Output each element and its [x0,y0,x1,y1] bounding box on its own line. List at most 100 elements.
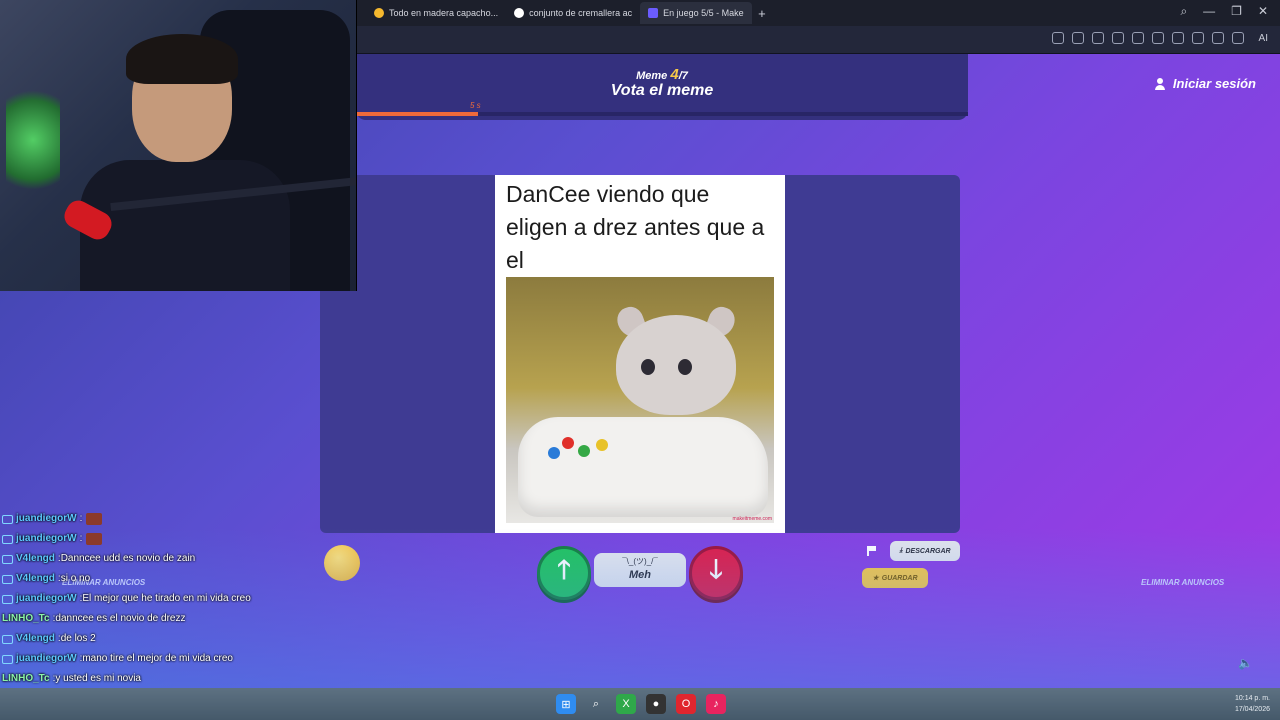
emoji-reaction-button[interactable] [324,545,360,581]
obs-icon[interactable]: ● [646,694,666,714]
windows-start-icon[interactable]: ⊞ [556,694,576,714]
chat-username[interactable]: V4lengd [16,569,55,589]
google-icon [514,8,525,18]
meme-card: DanCee viendo que eligen a drez antes qu… [495,175,785,533]
clock-time: 10:14 p. m. [1234,695,1270,702]
makeitmeme-icon [648,8,659,18]
webcam-overlay [0,0,357,291]
downvote-button[interactable]: 🡓 [689,546,743,600]
round-counter: Meme 4/7 [356,66,968,83]
download-icon[interactable] [1172,32,1184,44]
chat-badge-icon [2,594,13,604]
chat-text: y usted es mi novia [55,673,141,684]
chat-message: V4lengd: Danncee udd es novio de zain [2,549,312,569]
user-icon [1154,77,1165,90]
close-button[interactable]: ✕ [1258,4,1268,19]
screen: Todo en madera capacho... conjunto de cr… [0,0,1280,720]
clock-date: 17/04/2026 [1234,706,1270,713]
chat-text: El mejor que he tirado en mi vida creo [82,593,251,604]
upvote-button[interactable]: 🡑 [537,546,591,600]
chat-badge-icon [2,514,13,524]
chat-username[interactable]: juandiegorW [16,589,77,609]
cat-eye [641,359,655,375]
vote-progress-fill [356,112,479,116]
chat-username[interactable]: juandiegorW [16,649,77,669]
chat-badge-icon [2,654,13,664]
chat-overlay: juandiegorW: juandiegorW: V4lengd: Dannc… [2,509,312,709]
chat-separator: : [79,533,83,544]
play-icon[interactable] [1132,32,1144,44]
controller-button [578,445,590,457]
chat-message: V4lengd: de los 2 [2,629,312,649]
tiktok-icon[interactable]: ♪ [706,694,726,714]
controller-button [562,437,574,449]
chat-badge-icon [2,634,13,644]
chat-username[interactable]: juandiegorW [16,529,77,549]
shrug-icon: ¯\_(ツ)_/¯ [622,557,658,566]
rgb-light [6,80,60,200]
profile-icon[interactable] [1212,32,1224,44]
taskbar-clock[interactable]: 10:14 p. m. 17/04/2026 [1235,693,1270,715]
chat-username[interactable]: juandiegorW [16,509,77,529]
speaker-icon[interactable]: 🔈 [1238,656,1256,670]
chat-username[interactable]: V4lengd [16,629,55,649]
search-icon[interactable]: ⌕ [1180,4,1187,19]
chat-badge-icon [2,554,13,564]
round-prefix: Meme [636,70,668,82]
chat-message: juandiegorW: [2,509,312,529]
maximize-button[interactable]: ❐ [1231,4,1242,19]
arrow-down-icon: 🡓 [709,554,723,584]
chat-username[interactable]: LINHO_Tc [2,669,50,689]
search-icon[interactable]: ⌕ [586,694,606,714]
tab-label: En juego 5/5 - Make [663,8,744,18]
edit-icon[interactable] [1052,32,1064,44]
chat-badge-icon [2,574,13,584]
page-title: Vota el meme [610,82,714,99]
remove-ads-link-right[interactable]: ELIMINAR ANUNCIOS [1141,578,1224,587]
chat-username[interactable]: LINHO_Tc [2,609,50,629]
timer-label: 5 s [470,101,481,110]
toolbar-icons [1052,32,1244,44]
meh-label: Meh [629,569,651,581]
chat-text: Danncee udd es novio de zain [60,553,196,564]
chat-text: danncee es el novio de drezz [55,613,186,624]
download-icon: ⤓ [899,547,903,554]
cube-icon[interactable] [1232,32,1244,44]
minimize-button[interactable]: — [1203,4,1215,19]
download-label: DESCARGAR [905,547,951,555]
vote-progress-bar [356,112,968,116]
login-button[interactable]: Iniciar sesión [1154,76,1256,91]
chat-text: de los 2 [60,633,96,644]
controller-button [548,447,560,459]
new-tab-button[interactable]: + [758,6,766,21]
save-button[interactable]: ★ GUARDAR [862,568,928,588]
tab-en-juego[interactable]: En juego 5/5 - Make [640,2,753,24]
tab-todo-en-madera[interactable]: Todo en madera capacho... [366,2,506,24]
chat-message: juandiegorW: El mejor que he tirado en m… [2,589,312,609]
chat-text: mano tire el mejor de mi vida creo [82,653,233,664]
cat-eye [678,359,692,375]
tab-conjunto-cremallera[interactable]: conjunto de cremallera ac [506,2,640,24]
controller-button [596,439,608,451]
download-button[interactable]: ⤓ DESCARGAR [890,541,960,561]
meh-button[interactable]: ¯\_(ツ)_/¯ Meh [594,553,686,587]
chat-message: juandiegorW: [2,529,312,549]
opera-icon[interactable]: O [676,694,696,714]
heart-icon[interactable] [1152,32,1164,44]
meme-image: makeitmeme.com [506,277,774,523]
game-header: Meme 4/7 Vota el meme 5 s [356,54,968,120]
round-total: /7 [678,70,688,82]
camera-icon[interactable] [1072,32,1084,44]
arrow-up-icon: 🡑 [557,554,571,584]
shield-icon[interactable] [1092,32,1104,44]
chat-username[interactable]: V4lengd [16,549,55,569]
menu-icon[interactable] [1192,32,1204,44]
vpn-icon[interactable] [1112,32,1124,44]
location-pin-icon [374,8,384,18]
report-flag-icon[interactable] [867,546,877,556]
chat-message: juandiegorW: mano tire el mejor de mi vi… [2,649,312,669]
save-label: GUARDAR [881,574,918,582]
tab-label: conjunto de cremallera ac [529,8,633,18]
xbox-icon[interactable]: X [616,694,636,714]
ai-button[interactable]: AI [1259,33,1268,44]
